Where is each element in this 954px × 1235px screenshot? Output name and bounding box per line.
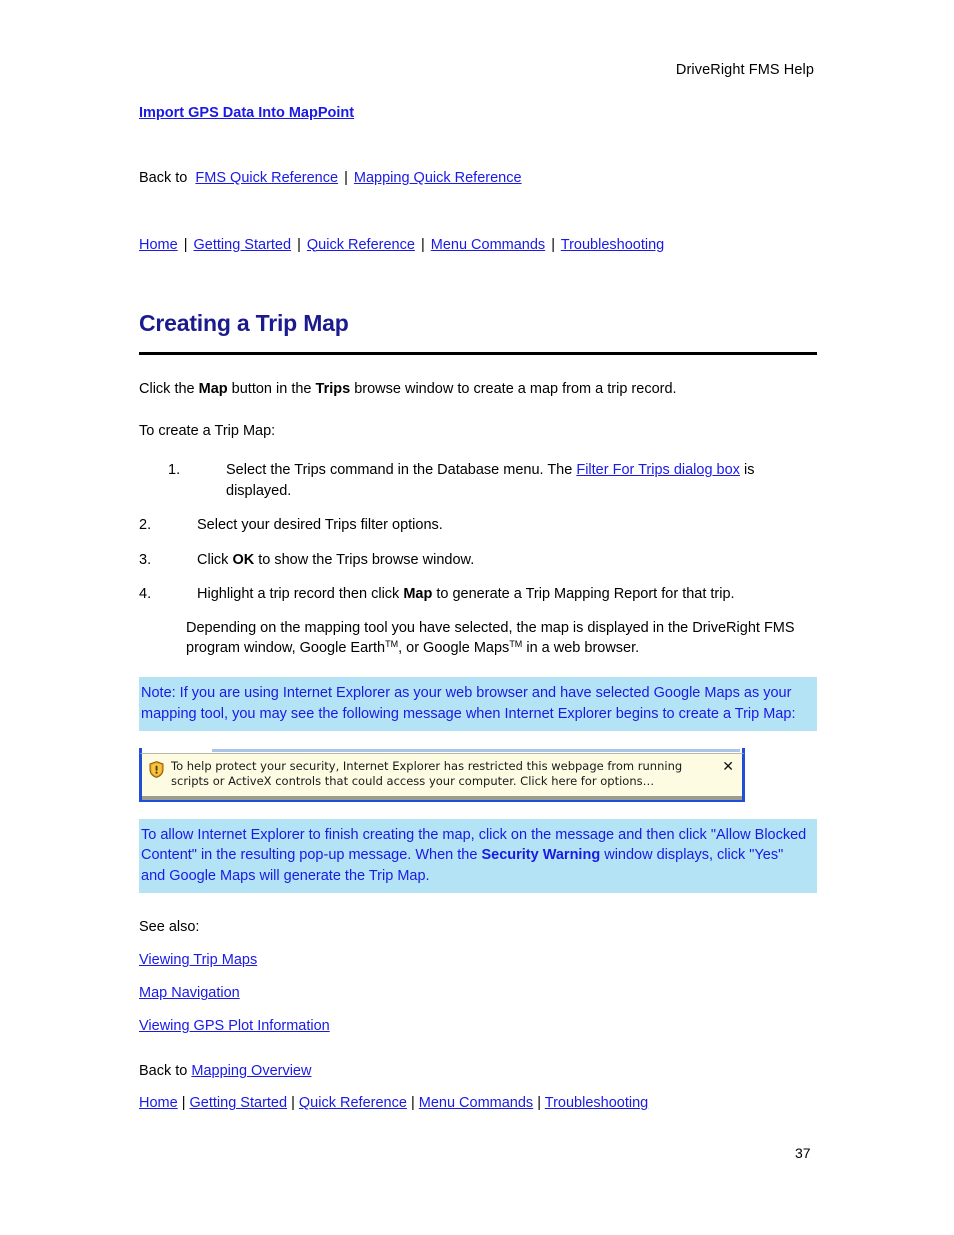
sub-text-3: in a web browser.: [522, 640, 640, 657]
close-icon[interactable]: ✕: [722, 760, 734, 774]
step-bold-map: Map: [403, 586, 433, 603]
nav-link-quick-reference[interactable]: Quick Reference: [299, 1095, 407, 1111]
back-to-line-top: Back to FMS Quick Reference | Mapping Qu…: [139, 169, 819, 189]
nav-link-home[interactable]: Home: [139, 1095, 178, 1111]
note-bold-security-warning: Security Warning: [481, 847, 601, 864]
link-mapping-overview[interactable]: Mapping Overview: [191, 1063, 311, 1079]
note-callout-top: Note: If you are using Internet Explorer…: [139, 677, 817, 732]
step-text-before-bold: Click: [197, 551, 233, 568]
steps-list: 1. Select the Trips command in the Datab…: [139, 460, 819, 605]
ie-information-bar[interactable]: To help protect your security, Internet …: [139, 753, 745, 796]
back-to-label: Back to: [139, 170, 188, 186]
step-bold-ok: OK: [232, 551, 255, 568]
nav-link-menu-commands[interactable]: Menu Commands: [431, 237, 545, 253]
ie-bar-message: To help protect your security, Internet …: [171, 759, 714, 790]
separator: |: [183, 236, 188, 253]
document-content: Import GPS Data Into MapPoint Back to FM…: [139, 105, 819, 1111]
step-text-after-bold: to generate a Trip Mapping Report for th…: [432, 586, 735, 603]
document-page: DriveRight FMS Help Import GPS Data Into…: [0, 0, 954, 1235]
sub-text-2: , or Google Maps: [398, 640, 510, 657]
back-to-line-bottom: Back to Mapping Overview: [139, 1063, 819, 1079]
separator: |: [420, 236, 425, 253]
nav-link-troubleshooting[interactable]: Troubleshooting: [561, 237, 664, 253]
step-text: Highlight a trip record then click Map t…: [197, 584, 819, 605]
link-fms-quick-reference[interactable]: FMS Quick Reference: [195, 170, 338, 186]
see-also-link-map-navigation[interactable]: Map Navigation: [139, 985, 819, 1001]
primary-nav-bottom: Home | Getting Started | Quick Reference…: [139, 1095, 819, 1111]
intro-paragraph: Click the Map button in the Trips browse…: [139, 379, 819, 400]
separator: |: [537, 1095, 541, 1112]
lead-in-paragraph: To create a Trip Map:: [139, 423, 276, 440]
step-marker: 4.: [139, 586, 152, 603]
shield-warning-icon: [149, 761, 164, 779]
step-4-sub-paragraph: Depending on the mapping tool you have s…: [186, 618, 814, 659]
running-head: DriveRight FMS Help: [675, 62, 814, 78]
step-marker: 2.: [139, 517, 152, 534]
topic-link-import-gps-data[interactable]: Import GPS Data Into MapPoint: [139, 105, 819, 121]
step-text: Select your desired Trips filter options…: [197, 517, 443, 534]
link-filter-for-trips-dialog-box[interactable]: Filter For Trips dialog box: [576, 462, 740, 478]
step-text: Click OK to show the Trips browse window…: [197, 550, 819, 571]
note-callout-bottom: To allow Internet Explorer to finish cre…: [139, 818, 817, 894]
trademark-symbol: TM: [509, 639, 523, 650]
see-also-label: See also:: [139, 919, 200, 936]
nav-link-troubleshooting[interactable]: Troubleshooting: [545, 1095, 648, 1111]
nav-link-menu-commands[interactable]: Menu Commands: [419, 1095, 533, 1111]
step-text-before-link: Select the Trips command in the Database…: [226, 461, 577, 478]
ie-bar-message-line2: scripts or ActiveX controls that could a…: [171, 774, 655, 789]
separator: |: [410, 1095, 415, 1112]
intro-bold-map: Map: [198, 380, 228, 397]
step-item-4: 4. Highlight a trip record then click Ma…: [139, 584, 819, 605]
ie-bar-message-line1: To help protect your security, Internet …: [171, 759, 683, 774]
step-marker: 3.: [139, 551, 152, 568]
separator: |: [181, 1095, 186, 1112]
step-item-2: 2. Select your desired Trips filter opti…: [139, 515, 819, 536]
nav-link-home[interactable]: Home: [139, 237, 178, 253]
intro-text-3: browse window to create a map from a tri…: [350, 380, 677, 397]
separator: |: [291, 1095, 295, 1112]
note-text: Note: If you are using Internet Explorer…: [141, 685, 796, 722]
step-item-3: 3. Click OK to show the Trips browse win…: [139, 550, 819, 571]
step-text: Select the Trips command in the Database…: [226, 460, 806, 501]
step-item-1: 1. Select the Trips command in the Datab…: [139, 460, 819, 501]
ie-bar-bottom-edge: [139, 795, 745, 802]
step-marker: 1.: [168, 461, 181, 478]
back-to-label: Back to: [139, 1063, 188, 1080]
trademark-symbol: TM: [385, 639, 399, 650]
intro-text-1: Click the: [139, 380, 199, 397]
step-text-after-bold: to show the Trips browse window.: [254, 551, 475, 568]
link-mapping-quick-reference[interactable]: Mapping Quick Reference: [354, 170, 522, 186]
primary-nav-top: Home | Getting Started | Quick Reference…: [139, 236, 819, 256]
nav-link-getting-started[interactable]: Getting Started: [194, 237, 292, 253]
heading-rule: [139, 351, 817, 355]
page-title: Creating a Trip Map: [139, 310, 349, 337]
see-also-link-viewing-trip-maps[interactable]: Viewing Trip Maps: [139, 952, 819, 968]
separator: |: [551, 236, 555, 253]
ie-information-bar-figure: To help protect your security, Internet …: [139, 748, 745, 802]
intro-text-2: button in the: [227, 380, 316, 397]
nav-link-quick-reference[interactable]: Quick Reference: [307, 237, 415, 253]
nav-link-getting-started[interactable]: Getting Started: [190, 1095, 288, 1111]
separator: |: [297, 236, 301, 253]
separator: |: [344, 170, 348, 186]
see-also-link-viewing-gps-plot-information[interactable]: Viewing GPS Plot Information: [139, 1018, 819, 1034]
step-text-before-bold: Highlight a trip record then click: [197, 586, 404, 603]
page-number: 37: [795, 1145, 811, 1161]
intro-bold-trips: Trips: [315, 380, 351, 397]
